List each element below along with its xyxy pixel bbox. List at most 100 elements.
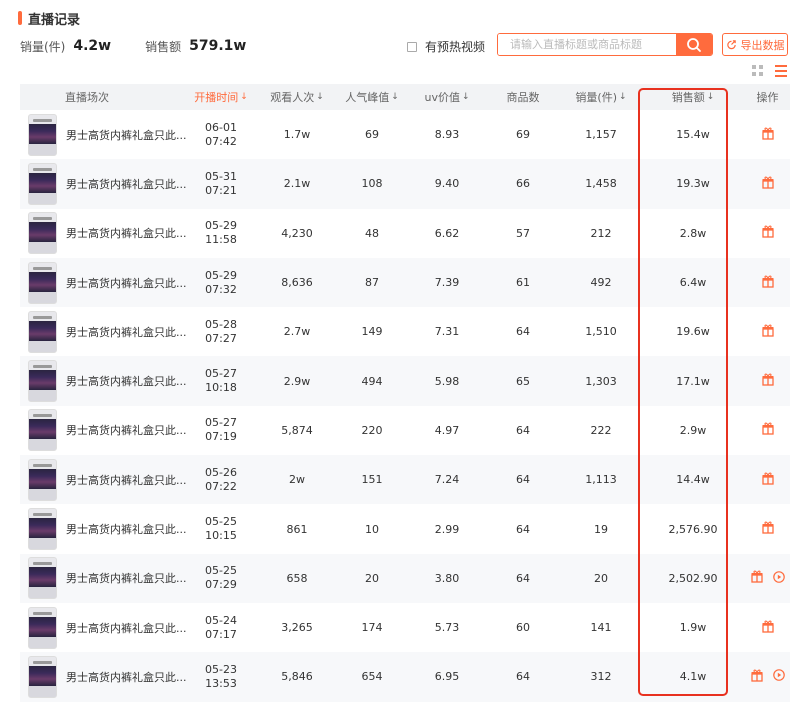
live-session-cell[interactable]: 男士高货内裤礼盒只此... — [20, 504, 187, 553]
sort-icon[interactable]: ↓ — [316, 92, 324, 102]
live-title[interactable]: 男士高货内裤礼盒只此... — [66, 669, 187, 685]
start-date: 05-23 — [205, 662, 237, 676]
column-header-sales-qty[interactable]: 销量(件) ↓ — [561, 84, 641, 110]
actions-cell — [745, 406, 790, 455]
live-thumbnail[interactable] — [28, 162, 57, 205]
live-thumbnail[interactable] — [28, 212, 57, 255]
live-title[interactable]: 男士高货内裤礼盒只此... — [66, 422, 187, 438]
gift-icon[interactable] — [761, 324, 774, 340]
table-row[interactable]: 男士高货内裤礼盒只此... 05-24 07:17 3,265 174 5.73 60 141… — [20, 603, 790, 652]
gift-icon[interactable] — [761, 373, 774, 389]
start-date: 05-27 — [205, 416, 237, 430]
column-header-views[interactable]: 观看人次 ↓ — [259, 84, 335, 110]
play-icon[interactable] — [772, 669, 785, 684]
live-session-cell[interactable]: 男士高货内裤礼盒只此... — [20, 406, 187, 455]
gift-icon[interactable] — [761, 275, 774, 291]
gift-icon[interactable] — [761, 521, 774, 537]
live-title[interactable]: 男士高货内裤礼盒只此... — [66, 127, 187, 143]
views-cell: 2w — [289, 473, 305, 487]
live-thumbnail[interactable] — [28, 261, 57, 304]
live-session-cell[interactable]: 男士高货内裤礼盒只此... — [20, 209, 187, 258]
sort-icon[interactable]: ↓ — [619, 92, 627, 102]
live-thumbnail[interactable] — [28, 458, 57, 501]
table-row[interactable]: 男士高货内裤礼盒只此... 05-31 07:21 2.1w 108 9.40 66 1,45… — [20, 159, 790, 209]
peak-popularity-cell: 174 — [361, 621, 383, 635]
live-thumbnail[interactable] — [28, 655, 57, 698]
live-title[interactable]: 男士高货内裤礼盒只此... — [66, 620, 187, 636]
gift-icon[interactable] — [761, 176, 774, 192]
actions-cell — [745, 258, 790, 307]
table-row[interactable]: 男士高货内裤礼盒只此... 05-25 10:15 861 10 2.99 64 19 2,57… — [20, 504, 790, 553]
table-row[interactable]: 男士高货内裤礼盒只此... 05-27 10:18 2.9w 494 5.98 65 1,30… — [20, 356, 790, 406]
live-title[interactable]: 男士高货内裤礼盒只此... — [66, 472, 187, 488]
uv-value-cell: 7.24 — [434, 473, 460, 487]
start-clock: 11:58 — [205, 233, 237, 247]
start-time-cell: 05-27 07:19 — [183, 406, 259, 455]
preheat-label[interactable]: 有预热视频 — [425, 38, 485, 55]
start-date: 05-29 — [205, 219, 237, 233]
live-session-cell[interactable]: 男士高货内裤礼盒只此... — [20, 307, 187, 356]
live-title[interactable]: 男士高货内裤礼盒只此... — [66, 275, 187, 291]
search-button[interactable] — [676, 34, 712, 55]
table-row[interactable]: 男士高货内裤礼盒只此... 05-26 07:22 2w 151 7.24 64 1,113 1… — [20, 455, 790, 505]
live-thumbnail[interactable] — [28, 606, 57, 649]
live-thumbnail[interactable] — [28, 310, 57, 353]
live-title[interactable]: 男士高货内裤礼盒只此... — [66, 225, 187, 241]
column-header-start-time[interactable]: 开播时间 ↓ — [183, 84, 259, 110]
preheat-video-filter[interactable]: 有预热视频 — [407, 38, 485, 55]
list-view-toggle[interactable] — [775, 62, 787, 81]
sort-icon[interactable]: ↓ — [462, 92, 470, 102]
live-title[interactable]: 男士高货内裤礼盒只此... — [66, 570, 187, 586]
column-header-uv-value[interactable]: uv价值 ↓ — [409, 84, 485, 110]
sort-icon[interactable]: ↓ — [240, 92, 248, 102]
views-cell: 8,636 — [281, 276, 313, 290]
gift-icon[interactable] — [761, 472, 774, 488]
table-row[interactable]: 男士高货内裤礼盒只此... 05-23 13:53 5,846 654 6.95 64 312… — [20, 652, 790, 702]
table-row[interactable]: 男士高货内裤礼盒只此... 06-01 07:42 1.7w 69 8.93 69 1,157… — [20, 110, 790, 159]
uv-value-cell: 3.80 — [434, 571, 460, 585]
peak-popularity-cell: 220 — [361, 423, 383, 437]
gift-icon[interactable] — [761, 422, 774, 438]
live-title[interactable]: 男士高货内裤礼盒只此... — [66, 373, 187, 389]
gift-icon[interactable] — [750, 570, 763, 586]
live-session-cell[interactable]: 男士高货内裤礼盒只此... — [20, 554, 187, 603]
live-session-cell[interactable]: 男士高货内裤礼盒只此... — [20, 258, 187, 307]
live-session-cell[interactable]: 男士高货内裤礼盒只此... — [20, 159, 187, 208]
table-row[interactable]: 男士高货内裤礼盒只此... 05-29 07:32 8,636 87 7.39 61 492 6… — [20, 257, 790, 308]
live-thumbnail[interactable] — [28, 360, 57, 403]
gift-icon[interactable] — [750, 669, 763, 685]
live-title[interactable]: 男士高货内裤礼盒只此... — [66, 521, 187, 537]
table-row[interactable]: 男士高货内裤礼盒只此... 05-29 11:58 4,230 48 6.62 57 212 2… — [20, 209, 790, 258]
start-time-cell: 05-31 07:21 — [183, 159, 259, 208]
peak-popularity-cell: 108 — [361, 177, 383, 191]
live-thumbnail[interactable] — [28, 508, 57, 551]
live-session-cell[interactable]: 男士高货内裤礼盒只此... — [20, 110, 187, 159]
uv-value-cell: 5.98 — [434, 374, 460, 388]
live-session-cell[interactable]: 男士高货内裤礼盒只此... — [20, 652, 187, 701]
live-title[interactable]: 男士高货内裤礼盒只此... — [66, 324, 187, 340]
play-icon[interactable] — [772, 571, 785, 586]
gift-icon[interactable] — [761, 620, 774, 636]
sort-icon[interactable]: ↓ — [391, 92, 399, 102]
sales-amount-cell: 17.1w — [676, 374, 710, 388]
column-header-peak-popularity[interactable]: 人气峰值 ↓ — [335, 84, 409, 110]
live-session-cell[interactable]: 男士高货内裤礼盒只此... — [20, 455, 187, 504]
live-thumbnail[interactable] — [28, 557, 57, 600]
table-row[interactable]: 男士高货内裤礼盒只此... 05-27 07:19 5,874 220 4.97 64 222… — [20, 406, 790, 455]
live-thumbnail[interactable] — [28, 113, 57, 156]
live-title[interactable]: 男士高货内裤礼盒只此... — [66, 176, 187, 192]
sales-amount-cell: 2,576.90 — [668, 522, 718, 536]
live-session-cell[interactable]: 男士高货内裤礼盒只此... — [20, 603, 187, 652]
table-row[interactable]: 男士高货内裤礼盒只此... 05-25 07:29 658 20 3.80 64 20 2,50… — [20, 553, 790, 603]
gift-icon[interactable] — [761, 225, 774, 241]
search-input[interactable] — [498, 34, 676, 55]
column-header-sales-amount[interactable]: 销售额 ↓ — [641, 84, 745, 110]
export-data-button[interactable]: 导出数据 — [722, 33, 788, 56]
sort-icon[interactable]: ↓ — [707, 92, 715, 102]
gift-icon[interactable] — [761, 127, 774, 143]
live-session-cell[interactable]: 男士高货内裤礼盒只此... — [20, 356, 187, 405]
preheat-checkbox[interactable] — [407, 41, 417, 52]
live-thumbnail[interactable] — [28, 409, 57, 452]
grid-view-toggle[interactable] — [752, 62, 764, 81]
table-row[interactable]: 男士高货内裤礼盒只此... 05-28 07:27 2.7w 149 7.31 64 1,51… — [20, 307, 790, 356]
